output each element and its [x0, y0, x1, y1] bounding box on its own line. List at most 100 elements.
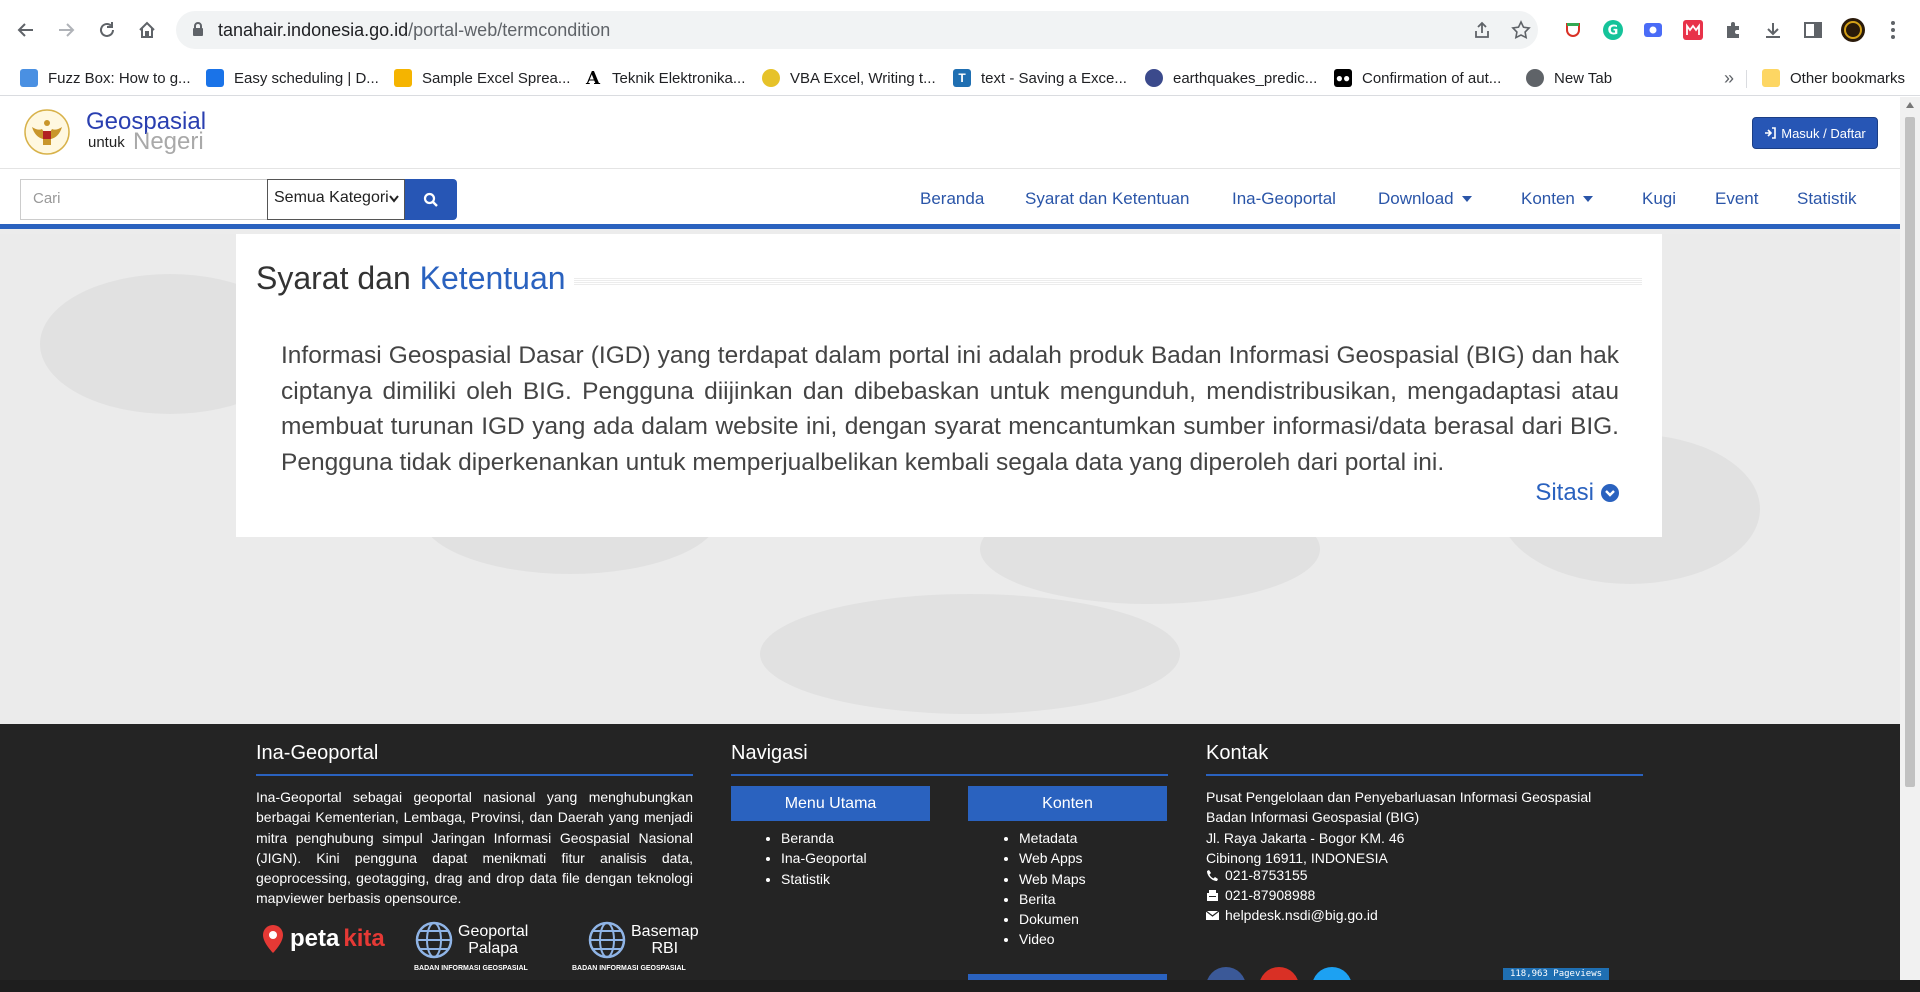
petakita-logo[interactable]: peta kita: [260, 924, 385, 954]
search-button[interactable]: [405, 179, 457, 220]
search-icon: [423, 192, 438, 207]
category-select[interactable]: Semua Kategori: [267, 179, 405, 220]
bookmark-item[interactable]: ●● Confirmation of aut...: [1334, 66, 1501, 90]
bookmark-item[interactable]: Fuzz Box: How to g...: [20, 66, 191, 90]
red-extension-icon[interactable]: [1680, 17, 1706, 43]
site-footer: Ina-Geoportal Ina-Geoportal sebagai geop…: [0, 724, 1900, 980]
nav-konten[interactable]: Konten: [1521, 189, 1593, 209]
nav-download[interactable]: Download: [1378, 189, 1472, 209]
footer-nav-rule: [731, 774, 1168, 776]
contact-email[interactable]: helpdesk.nsdi@big.go.id: [1206, 907, 1378, 923]
scroll-up-icon[interactable]: [1906, 102, 1914, 108]
svg-text:G: G: [1608, 24, 1619, 39]
profile-avatar-icon[interactable]: [1840, 17, 1866, 43]
bookmark-item[interactable]: A Teknik Elektronika...: [584, 66, 745, 90]
twitter-icon[interactable]: [1312, 967, 1352, 980]
nav-label: Kugi: [1642, 189, 1677, 208]
home-button[interactable]: [131, 14, 163, 46]
login-label: Masuk / Daftar: [1781, 125, 1866, 141]
calendar-icon: [206, 69, 224, 87]
grammarly-icon[interactable]: G: [1600, 17, 1626, 43]
screen-capture-icon[interactable]: [1640, 17, 1666, 43]
petakita-word-1: peta: [290, 925, 340, 952]
nav-statistik[interactable]: Statistik: [1797, 189, 1857, 209]
footer-link-video[interactable]: Video: [1019, 929, 1086, 949]
facebook-icon[interactable]: [1206, 967, 1246, 980]
bookmarks-bar: Fuzz Box: How to g... Easy scheduling | …: [0, 60, 1920, 96]
download-icon[interactable]: [1760, 17, 1786, 43]
letter-a-icon: A: [584, 68, 602, 89]
lock-icon: [193, 22, 203, 36]
geoportal-line-1: Geoportal: [458, 923, 529, 940]
menu-utama-tab[interactable]: Menu Utama: [731, 786, 930, 821]
other-bookmarks[interactable]: Other bookmarks: [1762, 66, 1905, 90]
badge-icon: [1145, 69, 1163, 87]
footer-contact-title: Kontak: [1206, 742, 1269, 764]
footer-about-text: Ina-Geoportal sebagai geoportal nasional…: [256, 789, 693, 907]
cube-icon: [20, 69, 38, 87]
page-scrollbar[interactable]: [1900, 97, 1920, 980]
back-button[interactable]: [10, 14, 42, 46]
bookmark-label: VBA Excel, Writing t...: [790, 69, 936, 87]
sitasi-toggle[interactable]: Sitasi: [1535, 479, 1620, 507]
bookmark-item[interactable]: VBA Excel, Writing t...: [762, 66, 936, 90]
konten-list: Metadata Web Apps Web Maps Berita Dokume…: [999, 828, 1086, 950]
nav-event[interactable]: Event: [1715, 189, 1758, 209]
folder-icon: [1762, 69, 1780, 87]
nav-kugi[interactable]: Kugi: [1642, 189, 1676, 209]
bookmarks-overflow-button[interactable]: »: [1724, 66, 1734, 90]
nav-beranda[interactable]: Beranda: [920, 189, 984, 209]
search-input[interactable]: Cari: [20, 179, 268, 220]
side-panel-icon[interactable]: [1800, 17, 1826, 43]
nav-label: Event: [1715, 189, 1759, 208]
footer-link-ina-geoportal[interactable]: Ina-Geoportal: [781, 848, 867, 868]
address-line: Badan Informasi Geospasial (BIG): [1206, 809, 1420, 826]
reload-button[interactable]: [91, 14, 123, 46]
title-divider: [574, 277, 1642, 285]
bookmark-item[interactable]: New Tab: [1526, 66, 1612, 90]
pageviews-counter: 118,963 Pageviews: [1503, 968, 1609, 980]
arrow-left-icon: [17, 23, 33, 37]
shield-extension-icon[interactable]: [1560, 17, 1586, 43]
title-main: Syarat dan: [256, 260, 411, 296]
garuda-logo-icon[interactable]: [24, 109, 70, 155]
nav-label: Statistik: [1797, 189, 1857, 208]
nav-syarat-dan-ketentuan[interactable]: Syarat dan Ketentuan: [1025, 189, 1189, 209]
footer-link-web-apps[interactable]: Web Apps: [1019, 848, 1086, 868]
footer-link-metadata[interactable]: Metadata: [1019, 828, 1086, 848]
nav-label: Ina-Geoportal: [1232, 189, 1336, 208]
bookmark-item[interactable]: Sample Excel Sprea...: [394, 66, 570, 90]
bookmark-label: Easy scheduling | D...: [234, 69, 379, 87]
puzzle-icon[interactable]: [1720, 17, 1746, 43]
bookmark-item[interactable]: Easy scheduling | D...: [206, 66, 379, 90]
bookmark-item[interactable]: Ttext - Saving a Exce...: [953, 66, 1127, 90]
caret-down-icon: [1461, 196, 1472, 202]
basemap-rbi-logo[interactable]: Basemap RBI: [587, 920, 699, 960]
footer-link-berita[interactable]: Berita: [1019, 889, 1086, 909]
footer-link-beranda[interactable]: Beranda: [781, 828, 867, 848]
konten-tab[interactable]: Konten: [968, 786, 1167, 821]
footer-link-dokumen[interactable]: Dokumen: [1019, 909, 1086, 929]
youtube-icon[interactable]: [1259, 967, 1299, 980]
agency-caption: BADAN INFORMASI GEOSPASIAL: [414, 965, 528, 972]
footer-link-statistik[interactable]: Statistik: [781, 869, 867, 889]
footer-about-rule: [256, 774, 693, 776]
kebab-menu-icon[interactable]: [1880, 17, 1906, 43]
bookmark-item[interactable]: earthquakes_predic...: [1145, 66, 1317, 90]
site-header: Geospasial untuk Negeri Masuk / Daftar: [0, 97, 1900, 169]
bookmark-star-icon[interactable]: [1509, 19, 1533, 41]
contact-fax: 021-87908988: [1206, 887, 1315, 903]
forward-button[interactable]: [50, 14, 82, 46]
basemap-line-2: RBI: [651, 940, 679, 957]
footer-link-web-maps[interactable]: Web Maps: [1019, 869, 1086, 889]
geoportal-palapa-logo[interactable]: Geoportal Palapa: [414, 920, 528, 960]
scrollbar-thumb[interactable]: [1905, 117, 1915, 787]
share-icon[interactable]: [1470, 19, 1494, 41]
address-bar[interactable]: tanahair.indonesia.go.id/portal-web/term…: [176, 11, 1538, 49]
terms-text: Informasi Geospasial Dasar (IGD) yang te…: [281, 342, 1619, 476]
url-host: tanahair.indonesia.go.id: [218, 20, 409, 40]
nav-ina-geoportal[interactable]: Ina-Geoportal: [1232, 189, 1336, 209]
address-line: Cibinong 16911, INDONESIA: [1206, 849, 1388, 866]
login-button[interactable]: Masuk / Daftar: [1752, 117, 1878, 149]
chevron-down-icon: [389, 195, 399, 203]
